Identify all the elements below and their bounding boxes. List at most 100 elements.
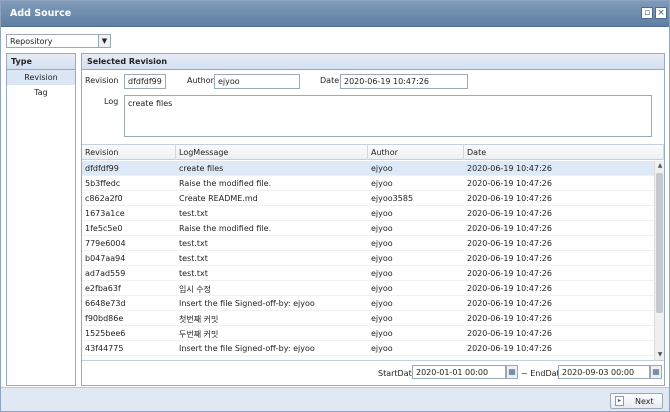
grid-rows: dfdfdf99 create files ejyoo 2020-06-19 10:4… [82,161,654,360]
table-row[interactable]: 5b3ffedc Raise the modified file. ejyoo 202… [82,176,654,191]
restore-icon[interactable]: ▫ [641,7,653,19]
cell-date: 2020-06-19 10:47:26 [467,164,552,173]
cell-logmessage: Raise the modified file. [179,224,272,233]
cell-revision: 1fe5c5e0 [85,224,123,233]
cell-logmessage: Create README.md [179,194,258,203]
source-type-select[interactable]: Repository ▼ [6,34,111,48]
type-item-tag[interactable]: Tag [7,85,75,100]
cell-author: ejyoo [371,224,393,233]
cell-date: 2020-06-19 10:47:26 [467,194,552,203]
window-title: Add Source [10,8,72,19]
cell-author: ejyoo [371,314,393,323]
log-label: Log [104,97,119,106]
selected-revision-panel: Selected Revision Revision dfdfdf99 Auth… [81,53,665,386]
table-row[interactable]: 1673a1ce test.txt ejyoo 2020-06-19 10:47:26 [82,206,654,221]
table-row[interactable]: ad7ad559 test.txt ejyoo 2020-06-19 10:47:26 [82,266,654,281]
cell-author: ejyoo [371,239,393,248]
author-field[interactable]: ejyoo [214,74,300,89]
cell-revision: c862a2f0 [85,194,123,203]
cell-author: ejyoo [371,299,393,308]
table-row[interactable]: b047aa94 test.txt ejyoo 2020-06-19 10:47:26 [82,251,654,266]
cell-logmessage: test.txt [179,254,208,263]
cell-logmessage: test.txt [179,209,208,218]
next-button[interactable]: ▸ Next [610,393,663,409]
table-row[interactable]: 779e6004 test.txt ejyoo 2020-06-19 10:47:26 [82,236,654,251]
table-row[interactable]: f90bd86e 첫번째 커밋 ejyoo 2020-06-19 10:47:26 [82,311,654,326]
cell-revision: e2fba63f [85,284,121,293]
revision-panel-header: Selected Revision [82,54,664,70]
scroll-up-icon[interactable]: ▲ [655,161,665,171]
cell-date: 2020-06-19 10:47:26 [467,314,552,323]
date-field[interactable]: 2020-06-19 10:47:26 [340,74,468,89]
cell-date: 2020-06-19 10:47:26 [467,254,552,263]
cell-logmessage: Insert the file Signed-off-by: ejyoo [179,299,315,308]
source-type-value: Repository [10,37,53,46]
table-row[interactable]: c862a2f0 Create README.md ejyoo3585 2020-06… [82,191,654,206]
dialog-footer: ▸ Next [1,387,669,411]
column-header-author[interactable]: Author [368,145,464,160]
date-label: Date [320,76,340,85]
type-panel: Type Revision Tag [6,53,76,386]
revision-field[interactable]: dfdfdf99 [124,74,166,89]
date-filter-bar: StartDate 2020-01-01 00:00 ▦ ~ EndDate 2… [82,360,664,385]
close-icon[interactable]: × [655,7,667,19]
calendar-icon[interactable]: ▦ [650,365,662,379]
cell-logmessage: Insert the file Signed-off-by: ejyoo [179,344,315,353]
cell-author: ejyoo [371,284,393,293]
cell-author: ejyoo [371,344,393,353]
revision-label: Revision [85,76,119,85]
cell-author: ejyoo [371,164,393,173]
cell-author: ejyoo [371,254,393,263]
cell-revision: 779e6004 [85,239,126,248]
cell-revision: 43f44775 [85,344,124,353]
next-button-label: Next [635,397,654,406]
cell-revision: b047aa94 [85,254,126,263]
column-header-date[interactable]: Date [464,145,664,160]
cell-revision: dfdfdf99 [85,164,119,173]
cell-revision: 5b3ffedc [85,179,121,188]
column-header-revision[interactable]: Revision [82,145,176,160]
scroll-down-icon[interactable]: ▼ [655,350,665,360]
cell-author: ejyoo [371,179,393,188]
cell-logmessage: Raise the modified file. [179,179,272,188]
grid-header: Revision LogMessage Author Date [82,145,664,160]
table-row[interactable]: 6648e73d Insert the file Signed-off-by: e… [82,296,654,311]
cell-date: 2020-06-19 10:47:26 [467,299,552,308]
start-date-field[interactable]: 2020-01-01 00:00 [412,365,506,379]
end-date-field[interactable]: 2020-09-03 00:00 [558,365,650,379]
type-item-revision[interactable]: Revision [7,70,75,85]
chevron-down-icon[interactable]: ▼ [98,35,110,47]
cell-date: 2020-06-19 10:47:26 [467,344,552,353]
calendar-icon[interactable]: ▦ [506,365,518,379]
next-icon: ▸ [615,396,624,406]
scroll-thumb[interactable] [656,173,663,313]
vertical-scrollbar[interactable]: ▲ ▼ [654,161,664,360]
cell-logmessage: 임시 수정 [179,285,211,294]
table-row[interactable]: e2fba63f 임시 수정 ejyoo 2020-06-19 10:47:26 [82,281,654,296]
table-row[interactable]: 1fe5c5e0 Raise the modified file. ejyoo 202… [82,221,654,236]
cell-logmessage: 첫번째 커밋 [179,315,219,324]
dialog-body: Repository ▼ Type Revision Tag Selected … [1,27,669,387]
cell-logmessage: test.txt [179,269,208,278]
table-row[interactable]: dfdfdf99 create files ejyoo 2020-06-19 10:4… [82,161,654,176]
revision-grid: Revision LogMessage Author Date dfdfdf99… [82,144,664,360]
cell-author: ejyoo [371,209,393,218]
table-row[interactable]: 43f44775 Insert the file Signed-off-by: e… [82,341,654,356]
start-date-label: StartDate [378,369,417,378]
table-row[interactable]: 1525bee6 두번째 커밋 ejyoo 2020-06-19 10:47:26 [82,326,654,341]
type-panel-header: Type [7,54,75,70]
cell-date: 2020-06-19 10:47:26 [467,209,552,218]
cell-date: 2020-06-19 10:47:26 [467,239,552,248]
cell-revision: f90bd86e [85,314,124,323]
cell-author: ejyoo [371,329,393,338]
title-bar[interactable]: Add Source ▫ × [1,1,669,27]
cell-revision: 6648e73d [85,299,126,308]
log-field[interactable]: create files [124,95,652,137]
cell-date: 2020-06-19 10:47:26 [467,224,552,233]
add-source-dialog: Add Source ▫ × Repository ▼ Type Revisio… [0,0,670,412]
cell-logmessage: 두번째 커밋 [179,330,219,339]
cell-logmessage: test.txt [179,239,208,248]
cell-revision: 1525bee6 [85,329,126,338]
column-header-logmessage[interactable]: LogMessage [176,145,368,160]
cell-author: ejyoo [371,269,393,278]
